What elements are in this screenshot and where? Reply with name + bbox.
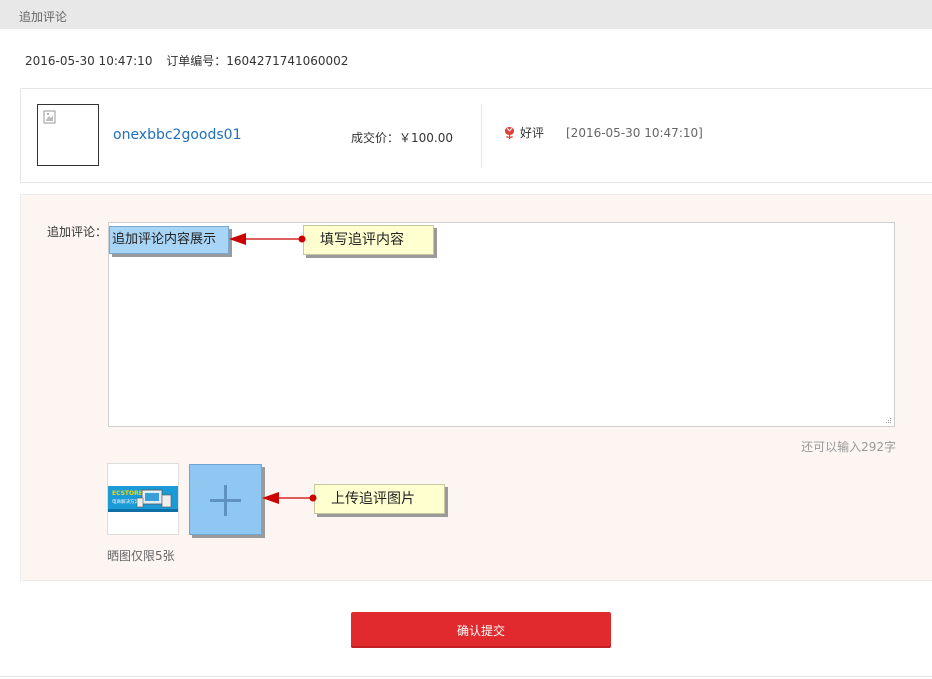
divider xyxy=(0,676,932,677)
arrow-to-upload xyxy=(262,492,317,504)
arrow-to-content-display xyxy=(229,233,306,245)
submit-button[interactable]: 确认提交 xyxy=(351,612,611,648)
annotation-arrows xyxy=(229,233,317,504)
